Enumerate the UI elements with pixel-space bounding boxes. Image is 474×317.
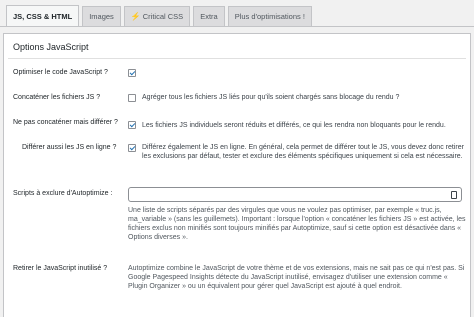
exclude-scripts-label: Scripts à exclure d'Autoptimize :: [13, 190, 113, 197]
unused-js-description: Autoptimize combine le JavaScript de vot…: [128, 265, 465, 290]
textfield-handle-icon: [451, 191, 457, 199]
bolt-icon: ⚡: [130, 12, 141, 21]
tab-critical-css[interactable]: ⚡ Critical CSS: [123, 6, 191, 26]
settings-panel: Options JavaScript Optimiser le code Jav…: [3, 33, 471, 317]
exclude-scripts-input[interactable]: [128, 187, 462, 202]
tab-label: Plus d'optimisations !: [234, 12, 305, 21]
exclude-scripts-description: Une liste de scripts séparés par des vir…: [128, 207, 466, 241]
tab-label: Extra: [200, 12, 218, 21]
defer-inline-js-description: Différez également le JS en ligne. En gé…: [142, 144, 464, 160]
tab-more-optimizations[interactable]: Plus d'optimisations !: [227, 6, 312, 26]
tab-label: JS, CSS & HTML: [13, 11, 73, 21]
defer-inline-js-label: Différer aussi les JS en ligne ?: [22, 144, 117, 151]
tab-divider: [0, 26, 474, 27]
concat-js-description: Agréger tous les fichiers JS liés pour q…: [142, 94, 400, 101]
tab-label: Images: [89, 12, 114, 21]
unused-js-label: Retirer le JavaScript inutilisé ?: [13, 265, 108, 272]
panel-title: Options JavaScript: [13, 42, 89, 52]
defer-js-checkbox[interactable]: [128, 121, 136, 129]
optimize-js-label: Optimiser le code JavaScript ?: [13, 69, 108, 76]
tab-label: Critical CSS: [142, 12, 184, 21]
tab-js-css-html[interactable]: JS, CSS & HTML: [6, 5, 80, 26]
tab-bar: JS, CSS & HTML Images ⚡ Critical CSS Ext…: [6, 5, 315, 26]
title-divider: [8, 58, 466, 59]
defer-inline-js-checkbox[interactable]: [128, 144, 136, 152]
concat-js-label: Concaténer les fichiers JS ?: [13, 94, 101, 101]
concat-js-checkbox[interactable]: [128, 94, 136, 102]
tab-extra[interactable]: Extra: [193, 6, 225, 26]
defer-js-label: Ne pas concaténer mais différer ?: [13, 119, 118, 126]
defer-js-description: Les fichiers JS individuels seront rédui…: [142, 122, 446, 129]
tab-images[interactable]: Images: [82, 6, 121, 26]
optimize-js-checkbox[interactable]: [128, 69, 136, 77]
